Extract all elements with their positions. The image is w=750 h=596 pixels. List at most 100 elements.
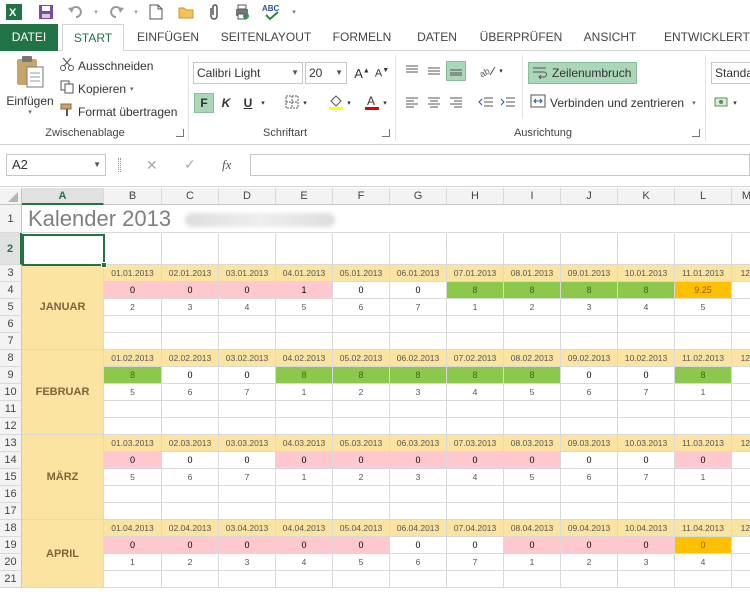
weekday-cell[interactable]: 7 <box>219 384 276 401</box>
row-header-2[interactable]: 2 <box>0 233 22 265</box>
grid-cell[interactable] <box>333 401 390 418</box>
increase-indent-button[interactable] <box>498 93 518 113</box>
weekday-cell[interactable]: 2 <box>561 554 618 571</box>
date-cell[interactable]: 05.03.2013 <box>333 435 390 452</box>
weekday-cell[interactable]: 4 <box>276 554 333 571</box>
grid-cell[interactable] <box>732 418 750 435</box>
grid-cell[interactable] <box>447 333 504 350</box>
grid-cell[interactable] <box>504 418 561 435</box>
bold-button[interactable]: F <box>194 93 214 113</box>
month-label[interactable]: JANUAR <box>22 265 104 350</box>
align-top-button[interactable] <box>402 61 422 81</box>
hours-cell[interactable]: 0 <box>219 282 276 299</box>
grid-cell[interactable] <box>162 233 219 265</box>
date-cell[interactable]: 06.04.2013 <box>390 520 447 537</box>
hours-cell[interactable]: 0 <box>219 367 276 384</box>
date-cell[interactable]: 08.02.2013 <box>504 350 561 367</box>
date-cell[interactable]: 09.01.2013 <box>561 265 618 282</box>
weekday-cell[interactable]: 1 <box>675 384 732 401</box>
hours-cell[interactable]: 0 <box>561 367 618 384</box>
grid-cell[interactable] <box>219 486 276 503</box>
save-icon[interactable] <box>36 2 56 22</box>
grid-cell[interactable] <box>561 316 618 333</box>
grid-cell[interactable] <box>561 205 618 233</box>
weekday-cell[interactable]: 5 <box>675 299 732 316</box>
weekday-cell[interactable]: 3 <box>219 554 276 571</box>
grid-cell[interactable] <box>162 571 219 588</box>
number-format-select[interactable]: Standa <box>711 62 750 84</box>
tab-start[interactable]: START <box>62 24 124 52</box>
hours-cell[interactable]: 0 <box>675 452 732 469</box>
hours-cell[interactable]: 8 <box>276 367 333 384</box>
grid-cell[interactable] <box>390 571 447 588</box>
grid-cell[interactable] <box>732 333 750 350</box>
hours-cell[interactable]: 0 <box>162 537 219 554</box>
grid-cell[interactable] <box>333 418 390 435</box>
weekday-cell[interactable]: 5 <box>104 469 162 486</box>
grid-cell[interactable] <box>504 205 561 233</box>
weekday-cell[interactable]: 6 <box>333 299 390 316</box>
hours-cell[interactable]: 0 <box>104 452 162 469</box>
new-file-icon[interactable] <box>146 2 166 22</box>
orientation-button[interactable]: ab <box>478 61 498 81</box>
grid-cell[interactable] <box>219 571 276 588</box>
grid-cell[interactable] <box>504 486 561 503</box>
undo-dropdown-icon[interactable]: ▾ <box>86 2 106 22</box>
format-painter-button[interactable]: Format übertragen <box>60 103 177 120</box>
grid-cell[interactable] <box>561 333 618 350</box>
hours-cell[interactable]: 8 <box>447 282 504 299</box>
font-launcher-icon[interactable] <box>382 129 390 137</box>
grid-cell[interactable] <box>276 418 333 435</box>
weekday-cell[interactable]: 7 <box>390 299 447 316</box>
grid-cell[interactable] <box>618 333 675 350</box>
grid-cell[interactable] <box>447 401 504 418</box>
date-cell[interactable]: 07.01.2013 <box>447 265 504 282</box>
month-label[interactable]: APRIL <box>22 520 104 588</box>
hours-cell[interactable]: 0 <box>333 537 390 554</box>
date-cell[interactable]: 07.03.2013 <box>447 435 504 452</box>
date-cell[interactable]: 01.04.2013 <box>104 520 162 537</box>
grid-cell[interactable] <box>504 333 561 350</box>
row-header-21[interactable]: 21 <box>0 571 22 588</box>
borders-dropdown-icon[interactable]: ▾ <box>300 93 310 113</box>
weekday-cell[interactable]: 1 <box>675 469 732 486</box>
weekday-cell[interactable]: 5 <box>333 554 390 571</box>
column-header-b[interactable]: B <box>104 188 162 205</box>
date-cell[interactable]: 06.03.2013 <box>390 435 447 452</box>
grid-cell[interactable] <box>276 333 333 350</box>
italic-button[interactable]: K <box>216 93 236 113</box>
hours-cell[interactable]: 0 <box>219 452 276 469</box>
weekday-cell[interactable]: 7 <box>618 469 675 486</box>
column-header-a[interactable]: A <box>22 188 104 205</box>
hours-cell[interactable]: 8 <box>561 282 618 299</box>
hours-cell[interactable]: 0 <box>390 452 447 469</box>
grid-cell[interactable] <box>504 233 561 265</box>
redo-icon[interactable] <box>106 2 126 22</box>
grid-cell[interactable] <box>732 401 750 418</box>
grid-cell[interactable] <box>162 503 219 520</box>
weekday-cell[interactable]: 6 <box>390 554 447 571</box>
grid-cell[interactable] <box>390 486 447 503</box>
column-header-h[interactable]: H <box>447 188 504 205</box>
row-header-1[interactable]: 1 <box>0 205 22 233</box>
hours-cell[interactable] <box>732 452 750 469</box>
column-header-m[interactable]: M <box>732 188 750 205</box>
tab-ansicht[interactable]: ANSICHT <box>574 24 646 51</box>
date-cell[interactable]: 08.04.2013 <box>504 520 561 537</box>
grid-cell[interactable] <box>390 418 447 435</box>
open-folder-icon[interactable] <box>176 2 196 22</box>
grid-cell[interactable] <box>447 233 504 265</box>
date-cell[interactable]: 05.01.2013 <box>333 265 390 282</box>
grid-cell[interactable] <box>219 418 276 435</box>
date-cell[interactable]: 06.02.2013 <box>390 350 447 367</box>
weekday-cell[interactable]: 3 <box>618 554 675 571</box>
grid-cell[interactable] <box>162 316 219 333</box>
grid-cell[interactable] <box>561 503 618 520</box>
tab-seitenlayout[interactable]: SEITENLAYOUT <box>214 24 318 51</box>
weekday-cell[interactable]: 3 <box>561 299 618 316</box>
grid-cell[interactable] <box>219 233 276 265</box>
grid-cell[interactable] <box>447 418 504 435</box>
hours-cell[interactable]: 0 <box>162 452 219 469</box>
grid-cell[interactable] <box>732 233 750 265</box>
sheet-title[interactable]: Kalender 2013 <box>23 205 353 233</box>
